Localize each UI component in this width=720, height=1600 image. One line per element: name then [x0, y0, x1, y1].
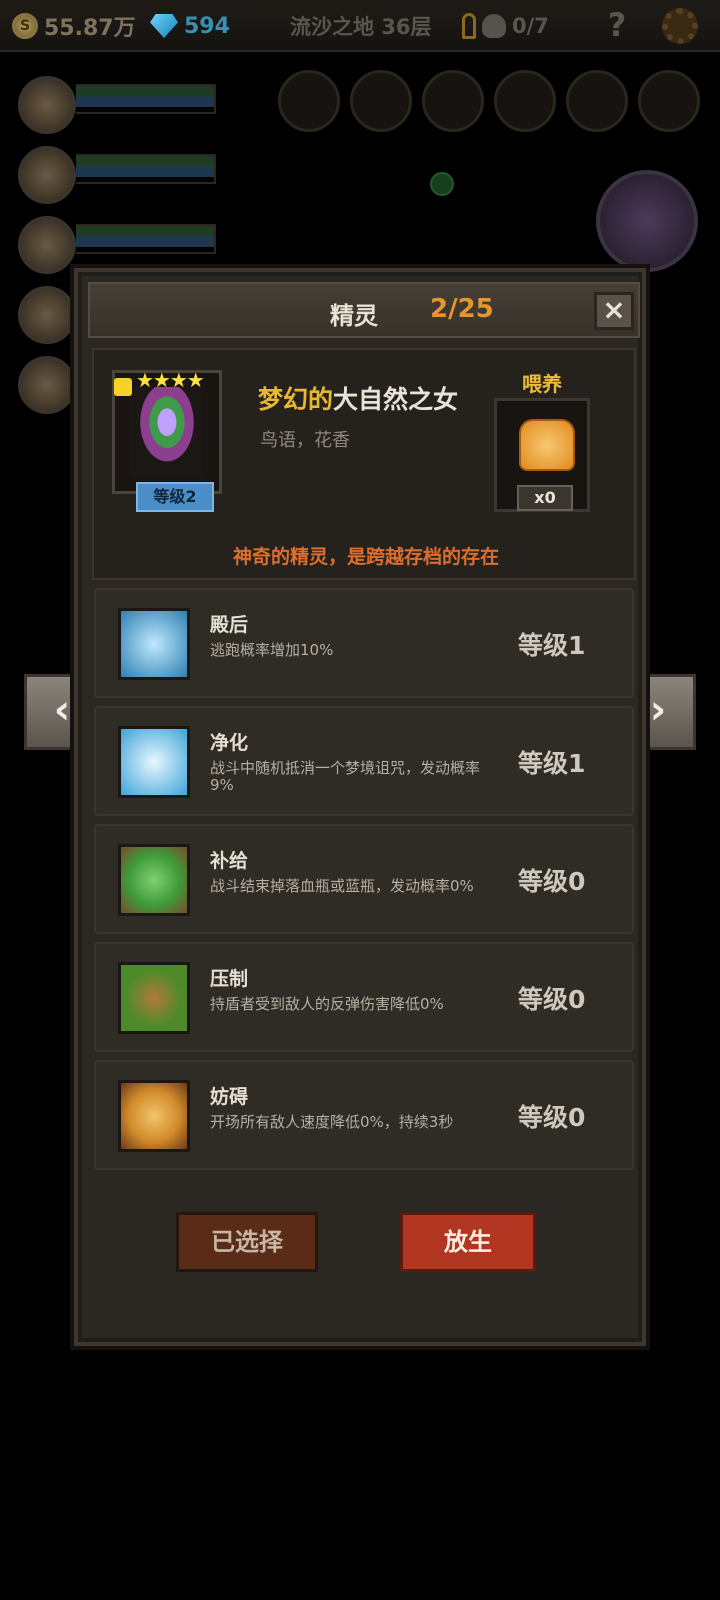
- skill-level: 等级0: [518, 985, 586, 1014]
- sprite-level-badge: 等级2: [136, 482, 214, 512]
- panel-title: 精灵: [330, 302, 378, 330]
- sprite-count: 2/25: [430, 294, 494, 324]
- sprite-trait: 鸟语，花香: [260, 430, 350, 451]
- bell-icon: [278, 70, 340, 132]
- close-button[interactable]: ×: [594, 292, 634, 330]
- axe-icon: [494, 70, 556, 132]
- skull-icon: [482, 14, 506, 38]
- lock-icon[interactable]: [114, 378, 132, 396]
- pouch-icon: [638, 70, 700, 132]
- skill-row[interactable]: 补给 战斗结束掉落血瓶或蓝瓶，发动概率0% 等级0: [94, 824, 634, 934]
- stage-label: 流沙之地 36层: [290, 15, 432, 39]
- gear-icon[interactable]: [662, 8, 698, 44]
- key-icon: [462, 13, 476, 39]
- skill-name: 殿后: [210, 614, 249, 636]
- skill-name: 净化: [210, 732, 249, 754]
- hero-portrait: [18, 146, 76, 204]
- skill-description: 开场所有敌人速度降低0%，持续3秒: [210, 1113, 454, 1131]
- feed-label: 喂养: [522, 372, 562, 396]
- hero-portrait: [18, 356, 76, 414]
- gold-counter: S 55.87万: [12, 10, 136, 42]
- hero-health-bar: [76, 154, 216, 184]
- sprite-info: ★★★★ 等级2 梦幻的大自然之女 鸟语，花香 喂养 x0 神奇的精灵，是跨越存…: [92, 348, 636, 580]
- sprite-name-prefix: 梦幻的: [258, 385, 334, 414]
- skill-name: 压制: [210, 968, 249, 990]
- coin-icon: S: [12, 13, 38, 39]
- star-rating: ★★★★: [136, 368, 205, 392]
- help-button[interactable]: ?: [600, 6, 634, 46]
- skill-level: 等级0: [518, 1103, 586, 1132]
- chained-boot-icon: [118, 1080, 190, 1152]
- skill-level: 等级1: [518, 749, 586, 778]
- skill-description: 持盾者受到敌人的反弹伤害降低0%: [210, 995, 444, 1013]
- skill-level: 等级1: [518, 631, 586, 660]
- status-dot: [430, 172, 454, 196]
- hero-portrait: [18, 286, 76, 344]
- panel-header: 精灵 2/25 ×: [88, 282, 640, 338]
- top-hud: S 55.87万 594 流沙之地 36层 0/7 ?: [0, 0, 720, 52]
- cross-icon: [566, 70, 628, 132]
- selected-button[interactable]: 已选择: [176, 1212, 318, 1272]
- skill-description: 战斗结束掉落血瓶或蓝瓶，发动概率0%: [210, 877, 474, 895]
- skill-level: 等级0: [518, 867, 586, 896]
- key-skull-counter: 0/7: [462, 10, 549, 42]
- sprite-name-main: 大自然之女: [333, 385, 459, 414]
- gold-amount: 55.87万: [44, 16, 136, 41]
- boss-portrait: [596, 170, 698, 272]
- skill-row[interactable]: 妨碍 开场所有敌人速度降低0%，持续3秒 等级0: [94, 1060, 634, 1170]
- gem-counter: 594: [150, 10, 230, 42]
- skill-name: 补给: [210, 850, 249, 872]
- sprite-panel: 精灵 2/25 × ★★★★ 等级2 梦幻的大自然之女 鸟语，花香 喂养 x0 …: [70, 264, 650, 1350]
- release-button[interactable]: 放生: [400, 1212, 536, 1272]
- feather-icon: [350, 70, 412, 132]
- skill-name: 妨碍: [210, 1086, 249, 1108]
- horse-icon: [422, 70, 484, 132]
- sprite-image: [131, 387, 203, 475]
- leaf-hand-icon: [118, 844, 190, 916]
- wings-icon: [118, 608, 190, 680]
- sprite-description: 神奇的精灵，是跨越存档的存在: [232, 546, 499, 568]
- feed-count: x0: [517, 485, 573, 511]
- hero-health-bar: [76, 84, 216, 114]
- hero-portrait: [18, 76, 76, 134]
- claw-icon: [118, 962, 190, 1034]
- gem-amount: 594: [184, 13, 230, 39]
- flower-icon: [118, 726, 190, 798]
- skill-description: 逃跑概率增加10%: [210, 641, 334, 659]
- hero-health-bar: [76, 224, 216, 254]
- skill-row[interactable]: 净化 战斗中随机抵消一个梦境诅咒，发动概率9% 等级1: [94, 706, 634, 816]
- bread-icon: [519, 419, 575, 471]
- skill-row[interactable]: 压制 持盾者受到敌人的反弹伤害降低0% 等级0: [94, 942, 634, 1052]
- hero-portrait: [18, 216, 76, 274]
- feed-slot[interactable]: x0: [494, 398, 590, 512]
- sprite-name: 梦幻的大自然之女: [258, 380, 458, 416]
- diamond-icon: [150, 14, 178, 38]
- skill-row[interactable]: 殿后 逃跑概率增加10% 等级1: [94, 588, 634, 698]
- skill-description: 战斗中随机抵消一个梦境诅咒，发动概率9%: [210, 759, 481, 794]
